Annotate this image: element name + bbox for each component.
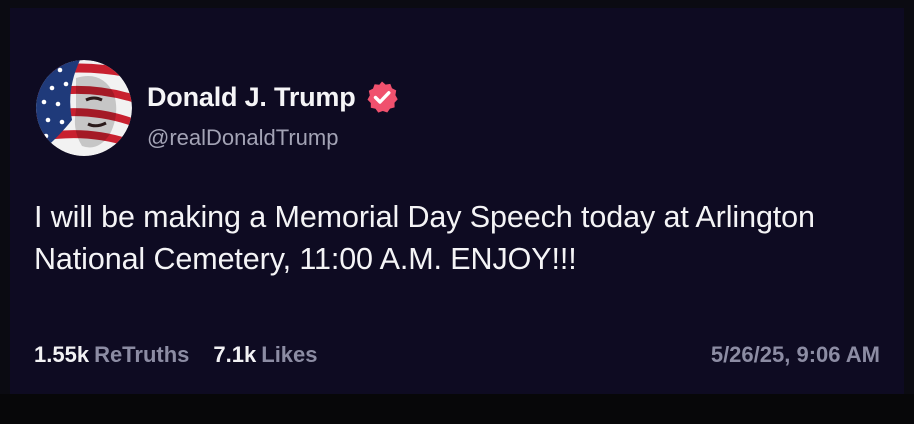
bottom-edge	[0, 394, 914, 424]
post-card: Donald J. Trump @realDonaldTrump I will …	[10, 8, 904, 394]
avatar[interactable]	[36, 60, 132, 156]
likes-stat[interactable]: 7.1k Likes	[213, 342, 317, 368]
post-timestamp[interactable]: 5/26/25, 9:06 AM	[711, 342, 880, 368]
retruths-stat[interactable]: 1.55k ReTruths	[34, 342, 189, 368]
post-body-text: I will be making a Memorial Day Speech t…	[34, 200, 815, 276]
post-stats: 1.55k ReTruths 7.1k Likes	[34, 342, 318, 368]
likes-count: 7.1k	[213, 342, 257, 367]
author-display-name[interactable]: Donald J. Trump	[147, 82, 356, 113]
verified-badge-icon	[365, 80, 399, 114]
flag-portrait-avatar-icon	[36, 60, 132, 156]
screenshot-frame: Donald J. Trump @realDonaldTrump I will …	[0, 0, 914, 424]
author-name-row: Donald J. Trump	[147, 80, 399, 114]
retruths-count: 1.55k	[34, 342, 90, 367]
author-handle[interactable]: @realDonaldTrump	[147, 125, 338, 151]
likes-label: Likes	[261, 342, 318, 367]
retruths-label: ReTruths	[94, 342, 190, 367]
